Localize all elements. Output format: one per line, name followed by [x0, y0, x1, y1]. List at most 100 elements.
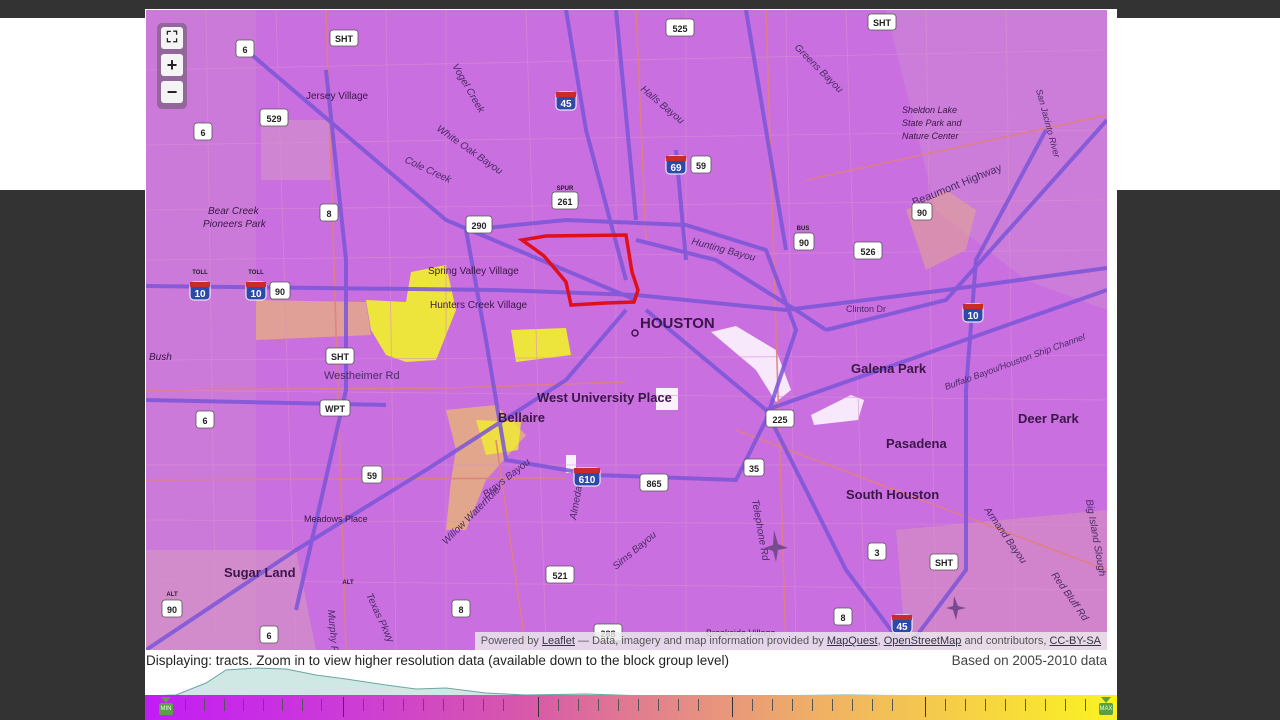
histogram-area — [146, 667, 1108, 697]
legend-tick — [403, 699, 404, 711]
zoom-control: ⛶ + − — [157, 23, 187, 109]
attribution-contributors: and contributors, — [964, 635, 1047, 647]
legend-tick — [792, 699, 793, 711]
svg-text:SHT: SHT — [335, 34, 354, 44]
min-handle-label: MIN — [159, 703, 173, 715]
svg-text:6: 6 — [200, 128, 205, 138]
svg-text:529: 529 — [266, 114, 281, 124]
legend-tick — [578, 699, 579, 711]
svg-text:525: 525 — [672, 24, 687, 34]
label-sheldon-state-park: State Park and — [902, 118, 963, 128]
legend-tick — [243, 699, 244, 711]
legend-tick — [618, 699, 619, 711]
svg-text:35: 35 — [749, 464, 759, 474]
label-bellaire: Bellaire — [498, 410, 545, 425]
svg-text:ALT: ALT — [342, 580, 354, 586]
legend-tick — [698, 699, 699, 711]
svg-text:90: 90 — [917, 208, 927, 218]
legend-tick — [598, 699, 599, 711]
legend-tick — [1025, 699, 1026, 711]
legend-tick — [282, 699, 283, 711]
svg-text:90: 90 — [167, 605, 177, 615]
svg-text:69: 69 — [670, 163, 682, 174]
svg-text:45: 45 — [560, 99, 572, 110]
svg-text:225: 225 — [772, 415, 787, 425]
svg-text:SHT: SHT — [873, 18, 892, 28]
svg-text:SHT: SHT — [935, 558, 954, 568]
legend-tick — [443, 699, 444, 711]
legend-tick — [503, 699, 504, 711]
svg-text:8: 8 — [840, 613, 845, 623]
legend-tick — [872, 699, 873, 711]
label-south-houston: South Houston — [846, 487, 939, 502]
label-meadows-place: Meadows Place — [304, 514, 368, 524]
label-deer-park: Deer Park — [1018, 411, 1079, 426]
label-west-university: West University Place — [537, 390, 672, 405]
legend-tick — [945, 699, 946, 711]
legend-tick — [185, 699, 186, 711]
label-sheldon-nature-center: Nature Center — [902, 131, 960, 141]
svg-text:SPUR: SPUR — [557, 186, 574, 192]
shield-i610: 610 — [573, 467, 601, 487]
svg-text:10: 10 — [250, 289, 262, 300]
legend-tick — [658, 699, 659, 711]
zoom-in-button[interactable]: + — [161, 54, 183, 76]
legend-tick — [985, 699, 986, 711]
legend-tick — [832, 699, 833, 711]
legend-tick — [1065, 699, 1066, 711]
svg-text:90: 90 — [275, 287, 285, 297]
svg-text:521: 521 — [552, 571, 567, 581]
legend-tick — [1085, 699, 1086, 711]
map-canvas[interactable]: HOUSTON Galena Park West University Plac… — [146, 10, 1107, 650]
attribution-prefix: Powered by — [480, 635, 539, 647]
shield-i69: 69 — [665, 155, 687, 175]
legend-tick — [321, 699, 322, 711]
legend-tick — [263, 699, 264, 711]
legend-tick — [383, 699, 384, 711]
svg-text:ALT: ALT — [166, 592, 178, 598]
fullscreen-button[interactable]: ⛶ — [161, 27, 183, 49]
legend-tick — [463, 699, 464, 711]
label-houston: HOUSTON — [640, 315, 715, 332]
legend-tick — [638, 699, 639, 711]
label-spring-valley: Spring Valley Village — [428, 266, 519, 277]
legend-min-handle[interactable]: MIN — [157, 697, 175, 719]
label-westheimer: Westheimer Rd — [324, 370, 400, 382]
svg-text:526: 526 — [860, 247, 875, 257]
mapquest-link[interactable]: MapQuest — [827, 635, 878, 647]
svg-text:BUS: BUS — [797, 226, 810, 232]
svg-text:10: 10 — [967, 311, 979, 322]
tract-fill-park — [261, 120, 331, 180]
label-hunters-creek: Hunters Creek Village — [430, 300, 528, 311]
zoom-out-button[interactable]: − — [161, 81, 183, 103]
distribution-histogram — [146, 667, 1108, 697]
legend-tick-major — [732, 697, 733, 717]
svg-text:865: 865 — [646, 479, 661, 489]
map-attribution: Powered by Leaflet — Data, imagery and m… — [474, 632, 1107, 650]
map-widget: HOUSTON Galena Park West University Plac… — [145, 9, 1117, 720]
leaflet-link[interactable]: Leaflet — [542, 635, 575, 647]
svg-text:261: 261 — [557, 197, 572, 207]
shield-i10-west: 10 — [189, 281, 211, 301]
label-jersey-village: Jersey Village — [306, 91, 369, 102]
svg-text:90: 90 — [799, 238, 809, 248]
legend-tick — [772, 699, 773, 711]
svg-text:10: 10 — [194, 289, 206, 300]
license-link[interactable]: CC-BY-SA — [1049, 635, 1101, 647]
svg-text:6: 6 — [202, 416, 207, 426]
legend-max-handle[interactable]: MAX — [1097, 697, 1115, 719]
svg-text:TOLL: TOLL — [248, 270, 264, 276]
legend-colorbar — [145, 695, 1117, 720]
svg-text:WPT: WPT — [325, 404, 345, 414]
legend-tick — [1045, 699, 1046, 711]
legend-tick — [812, 699, 813, 711]
legend-tick-major — [538, 697, 539, 717]
tract-tan-west — [256, 300, 371, 340]
map-layer[interactable]: HOUSTON Galena Park West University Plac… — [146, 10, 1107, 650]
shield-i45-north: 45 — [555, 91, 577, 111]
legend-tick — [558, 699, 559, 711]
legend-tick-major — [925, 697, 926, 717]
shield-i10-east: 10 — [962, 303, 984, 323]
label-pioneers-park: Pioneers Park — [203, 219, 267, 230]
openstreetmap-link[interactable]: OpenStreetMap — [884, 635, 962, 647]
